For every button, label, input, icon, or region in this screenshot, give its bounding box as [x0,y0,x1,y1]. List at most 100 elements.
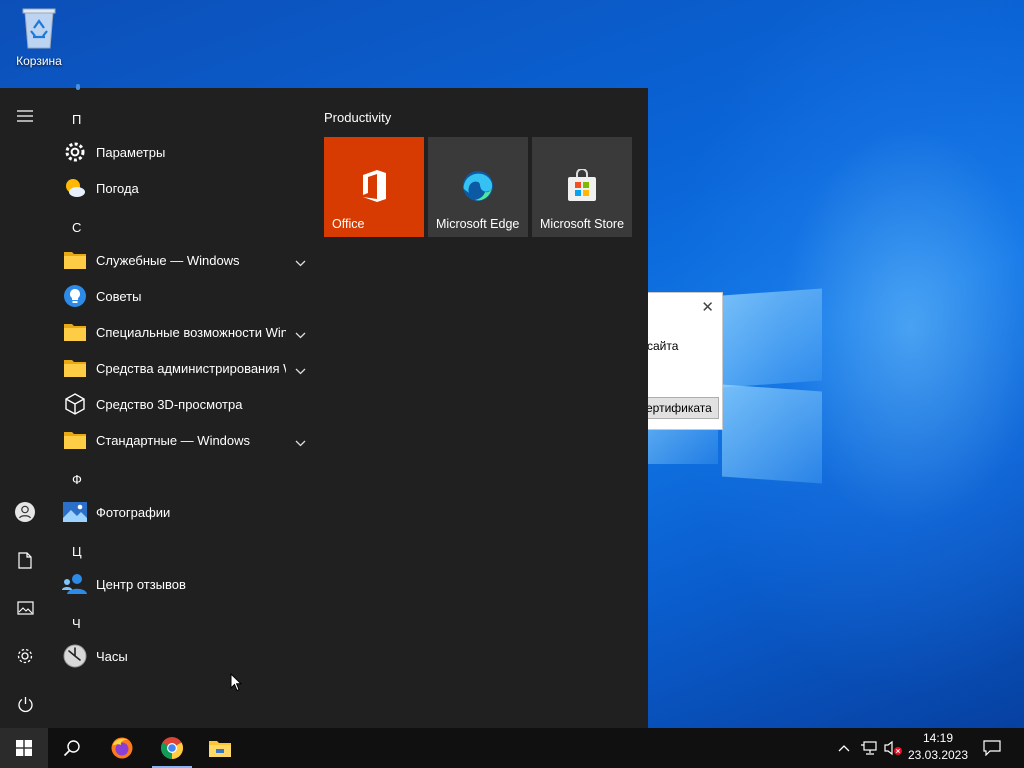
app-list-letter-header[interactable]: П [72,112,92,127]
app-list-item[interactable]: Параметры [62,135,312,169]
taskbar-chrome[interactable] [148,728,196,768]
recycle-bin-icon [21,6,57,50]
photos-icon [62,499,88,525]
taskbar-file-explorer[interactable] [196,728,244,768]
app-list-item-label: Погода [96,180,139,196]
app-list-item[interactable]: Специальные возможности Win... [62,315,312,349]
start-menu: П Параметры Погода С Служебные — Windows Сове… [0,84,648,728]
app-list-item-label: Служебные — Windows [96,252,240,268]
chrome-icon [161,737,183,759]
app-list-item[interactable]: Центр отзывов [62,567,312,601]
start-button[interactable] [0,728,48,768]
app-list-item[interactable]: Советы [62,279,312,313]
file-explorer-icon [209,741,231,757]
tips-lightbulb-icon [62,283,88,309]
app-list-item-label: Специальные возможности Win... [96,324,286,340]
chevron-down-icon[interactable] [295,252,306,271]
power-icon [17,696,33,712]
app-list-item[interactable]: Фотографии [62,495,312,529]
gear-icon [17,648,33,664]
hamburger-icon [17,110,33,122]
clock-time: 14:19 [922,731,954,745]
tile-microsoft-edge[interactable]: Microsoft Edge [428,137,528,237]
wallpaper-logo-pane [722,288,822,388]
taskbar-clock[interactable]: 14:19 23.03.2023 [904,730,972,764]
app-list-item-label: Советы [96,288,142,304]
app-list-item[interactable]: Средство 3D-просмотра [62,387,312,421]
account-button[interactable] [0,492,50,532]
weather-icon [62,175,88,201]
user-avatar-icon [15,502,35,522]
app-list-item-label: Центр отзывов [96,576,186,592]
firefox-icon [111,737,133,759]
settings-gear-icon [62,139,88,165]
show-hidden-icons-button[interactable] [834,728,854,768]
folder-icon [62,427,88,453]
app-list-item-label: Средства администрирования W... [96,360,286,376]
tile-label: Microsoft Edge [436,217,520,231]
chevron-down-icon[interactable] [295,432,306,451]
document-icon [18,551,32,569]
feedback-hub-icon [62,571,88,597]
app-list-letter-header[interactable]: С [72,220,92,235]
folder-icon [62,247,88,273]
app-list-letter-header[interactable]: Ц [72,544,92,559]
store-icon [566,168,598,207]
documents-button[interactable] [0,540,50,580]
app-list-item[interactable]: Погода [62,171,312,205]
app-list-item-label: Стандартные — Windows [96,432,251,448]
chevron-up-icon [838,745,850,752]
volume-muted-icon [884,740,902,756]
search-button[interactable] [48,728,96,768]
3d-cube-icon [62,391,88,417]
tile-label: Microsoft Store [540,217,625,231]
edge-icon [461,169,495,207]
taskbar: 14:19 23.03.2023 [0,728,1024,768]
app-list-item[interactable]: Стандартные — Windows [62,423,312,457]
tile-office[interactable]: Office [324,137,424,237]
app-list-item-label: Параметры [96,144,166,160]
scroll-stub [76,84,80,90]
office-icon [359,169,389,207]
app-list-item-label: Часы [96,648,128,664]
clock-icon [62,643,88,669]
mouse-cursor-icon [230,672,243,696]
network-button[interactable] [858,728,880,768]
taskbar-firefox[interactable] [98,728,146,768]
view-certificate-button[interactable]: сертификата [637,397,719,419]
notification-icon [983,740,1001,756]
chevron-down-icon[interactable] [295,324,306,343]
clock-date: 23.03.2023 [907,748,969,762]
folder-icon [62,319,88,345]
tiles-area: Productivity Office Microsoft Edge Micro… [310,88,648,728]
search-icon [63,740,80,757]
folder-icon [62,355,88,381]
app-list-item-label: Фотографии [96,504,171,520]
wallpaper-logo-pane [648,430,718,464]
expand-menu-button[interactable] [0,96,50,136]
action-center-button[interactable] [978,728,1006,768]
windows-logo-icon [16,740,32,756]
app-list-item[interactable]: Часы [62,639,312,673]
app-list: П Параметры Погода С Служебные — Windows Сове… [50,84,312,728]
app-list-letter-header[interactable]: Ч [72,616,92,631]
chevron-down-icon[interactable] [295,360,306,379]
power-button[interactable] [0,684,50,724]
pictures-button[interactable] [0,588,50,628]
app-list-item-label: Средство 3D-просмотра [96,396,243,412]
wallpaper-logo-pane [722,384,822,484]
close-icon[interactable]: ✕ [701,298,714,316]
tile-group-title: Productivity [324,110,392,125]
app-list-item[interactable]: Служебные — Windows [62,243,312,277]
tile-label: Office [332,217,365,231]
app-list-letter-header[interactable]: Ф [72,472,92,487]
recycle-bin-label: Корзина [16,54,62,68]
recycle-bin-shortcut[interactable]: Корзина [8,6,70,68]
image-icon [16,601,34,615]
volume-button[interactable] [882,728,904,768]
network-icon [861,741,877,755]
app-list-item[interactable]: Средства администрирования W... [62,351,312,385]
tile-microsoft-store[interactable]: Microsoft Store [532,137,632,237]
settings-button[interactable] [0,636,50,676]
start-rail [0,88,50,728]
